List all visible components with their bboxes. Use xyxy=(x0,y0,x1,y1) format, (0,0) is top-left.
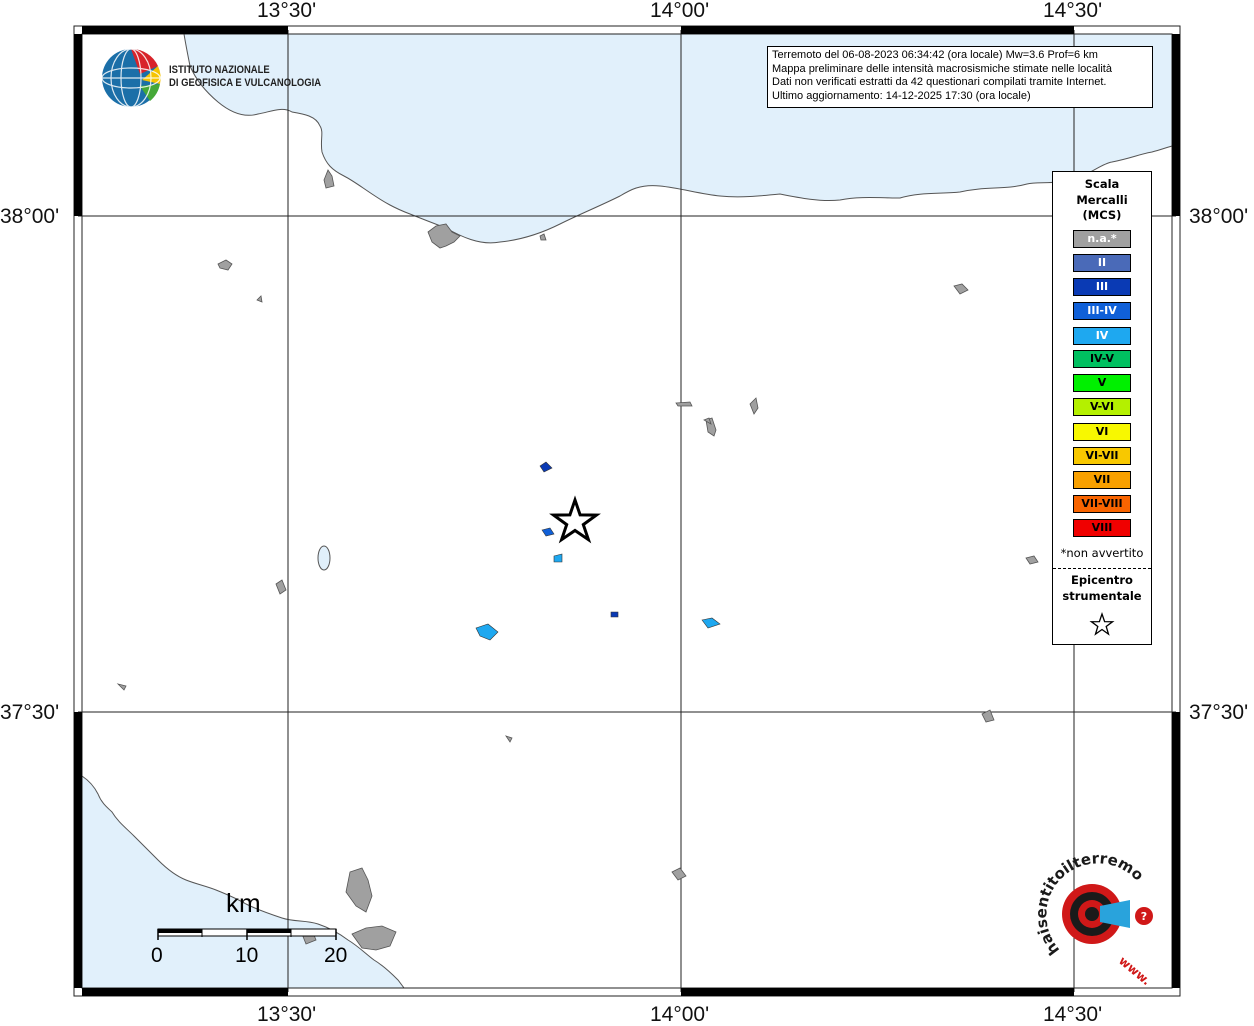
legend-title: Scala Mercalli (MCS) xyxy=(1053,177,1151,224)
info-line-updated: Ultimo aggiornamento: 14-12-2025 17:30 (… xyxy=(772,89,1031,102)
legend-divider xyxy=(1053,568,1151,569)
legend-item-na: n.a.* xyxy=(1073,230,1131,248)
event-info-box: Terremoto del 06-08-2023 06:34:42 (ora l… xyxy=(767,46,1153,108)
info-line-description: Mappa preliminare delle intensità macros… xyxy=(772,62,1112,75)
legend-item-vi-vii: VI-VII xyxy=(1073,447,1131,465)
legend-epicenter-label: Epicentro strumentale xyxy=(1053,572,1151,604)
legend-item-iv: IV xyxy=(1073,327,1131,345)
institute-logo-text: ISTITUTO NAZIONALE DI GEOFISICA E VULCAN… xyxy=(169,64,321,90)
legend-epicenter-line-2: strumentale xyxy=(1062,589,1142,603)
axis-label-bottom-3: 14°30' xyxy=(1043,1003,1103,1026)
scale-bar-label-20: 20 xyxy=(324,944,348,967)
legend-item-v-vi: V-VI xyxy=(1073,398,1131,416)
lake xyxy=(317,545,331,571)
seismic-intensity-map: ? haisentitoilterremoto.it www. 13°30' 1… xyxy=(0,0,1254,1026)
intensity-legend: Scala Mercalli (MCS) n.a.* II III III-IV… xyxy=(1052,171,1152,645)
scale-bar-title: km xyxy=(226,888,261,918)
axis-label-right-2: 37°30' xyxy=(1189,701,1249,724)
legend-item-vii-viii: VII-VIII xyxy=(1073,495,1131,513)
axis-label-left-2: 37°30' xyxy=(0,701,60,724)
legend-title-line-1: Scala xyxy=(1084,177,1120,191)
axis-label-top-3: 14°30' xyxy=(1043,0,1103,22)
info-line-data-source: Dati non verificati estratti da 42 quest… xyxy=(772,76,1107,88)
legend-item-iv-v: IV-V xyxy=(1073,350,1131,368)
legend-note: *non avvertito xyxy=(1060,546,1144,560)
institute-line-1: ISTITUTO NAZIONALE xyxy=(169,64,270,76)
axis-label-top-2: 14°00' xyxy=(650,0,710,22)
ingv-globe-logo xyxy=(101,48,161,108)
scale-bar-label-10: 10 xyxy=(235,944,259,967)
institute-line-2: DI GEOFISICA E VULCANOLOGIA xyxy=(169,77,322,89)
axis-label-right-1: 38°00' xyxy=(1189,205,1249,228)
star-outline-icon xyxy=(1089,612,1115,636)
legend-title-line-2: Mercalli xyxy=(1076,192,1128,207)
legend-item-iii: III xyxy=(1073,278,1131,296)
legend-epicenter-line-1: Epicentro xyxy=(1071,573,1133,587)
legend-item-v: V xyxy=(1073,374,1131,392)
scale-bar-label-0: 0 xyxy=(151,944,163,967)
axis-label-bottom-2: 14°00' xyxy=(650,1003,710,1026)
legend-item-ii: II xyxy=(1073,254,1131,272)
legend-item-iii-iv: III-IV xyxy=(1073,302,1131,320)
legend-title-line-3: (MCS) xyxy=(1082,208,1122,222)
info-line-event: Terremoto del 06-08-2023 06:34:42 (ora l… xyxy=(772,49,1098,61)
legend-item-vi: VI xyxy=(1073,423,1131,441)
legend-item-vii: VII xyxy=(1073,471,1131,489)
axis-label-bottom-1: 13°30' xyxy=(257,1003,317,1026)
legend-item-viii: VIII xyxy=(1073,519,1131,537)
axis-label-top-1: 13°30' xyxy=(257,0,317,22)
svg-text:?: ? xyxy=(1141,910,1147,923)
axis-label-left-1: 38°00' xyxy=(0,205,60,228)
